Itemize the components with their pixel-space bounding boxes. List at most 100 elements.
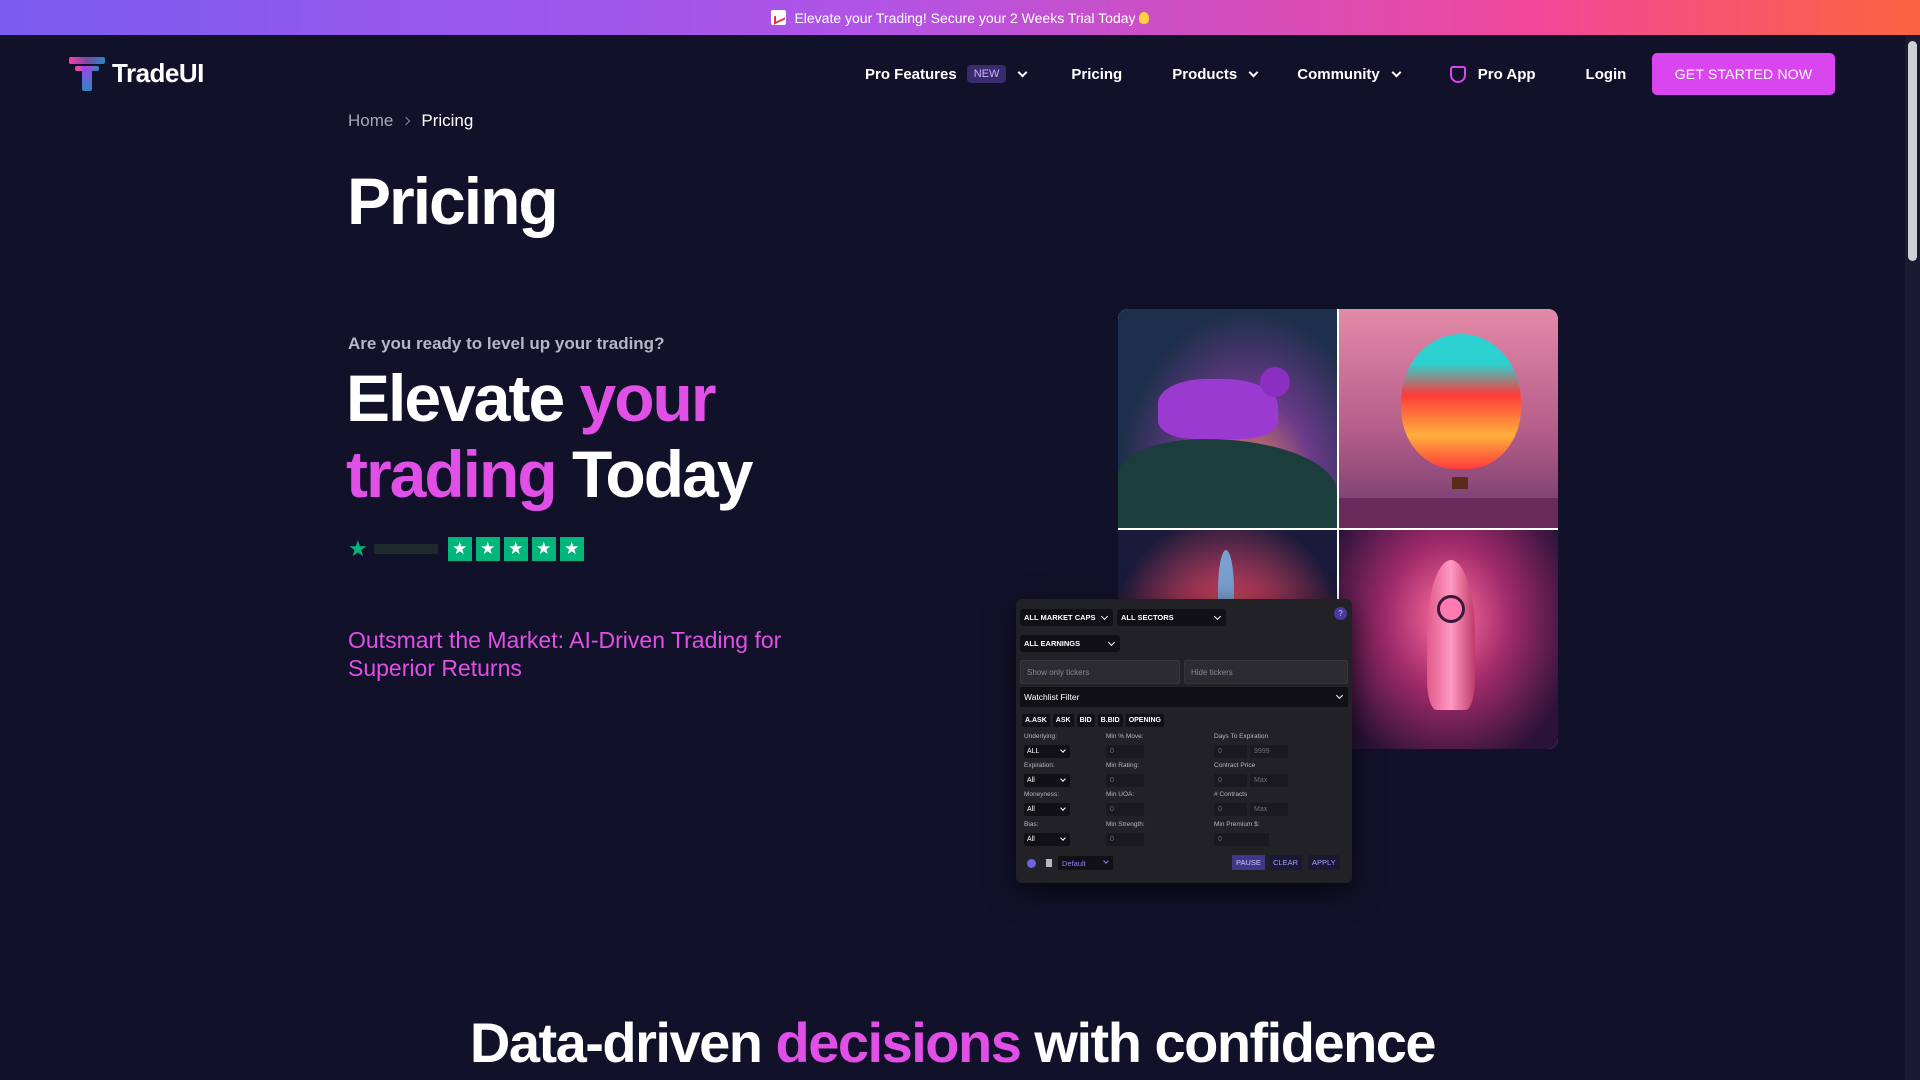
- nav-pro-features-label: Pro Features: [865, 65, 957, 83]
- preset-select[interactable]: Default: [1058, 856, 1113, 870]
- chevron-down-icon: [1248, 67, 1259, 77]
- shield-icon: [1449, 65, 1466, 83]
- contract-max-input[interactable]: Max: [1250, 774, 1288, 787]
- price-chips: A.ASK ASK BID B.BID OPENING: [1022, 714, 1167, 727]
- contract-min-input[interactable]: 0: [1214, 774, 1247, 787]
- nav-pro-app-label: Pro App: [1477, 65, 1536, 83]
- hide-tickers-input[interactable]: Hide tickers: [1184, 660, 1348, 684]
- options-filter-panel: ALL MARKET CAPS ALL SECTORS ? ALL EARNIN…: [1016, 599, 1352, 883]
- chart-increasing-icon: [771, 10, 787, 25]
- expiration-label: Expiration:: [1024, 762, 1055, 769]
- underlying-select[interactable]: ALL: [1024, 745, 1070, 758]
- hero-line1-accent: your: [579, 361, 717, 435]
- nav-pro-features[interactable]: Pro Features NEW: [865, 65, 1028, 83]
- light-bulb-icon: [1138, 11, 1149, 24]
- section-heading-plain1: Data-driven: [469, 1011, 776, 1074]
- section-heading: Data-driven decisions with confidence: [0, 1010, 1905, 1075]
- trustpilot-rating[interactable]: ★ ★ ★ ★ ★ ★: [348, 536, 588, 562]
- chevron-down-icon: [1017, 67, 1028, 77]
- bias-select[interactable]: All: [1024, 833, 1070, 846]
- pause-button[interactable]: PAUSE: [1232, 855, 1265, 870]
- min-move-label: Min % Move:: [1106, 733, 1144, 740]
- days-to-expiration-label: Days To Expiration: [1214, 733, 1269, 740]
- promo-banner[interactable]: Elevate your Trading! Secure your 2 Week…: [0, 0, 1920, 35]
- hero-tagline: Outsmart the Market: AI-Driven Trading f…: [348, 627, 782, 681]
- watchlist-filter-select[interactable]: Watchlist Filter: [1020, 687, 1348, 707]
- panel-footer: Default PAUSE CLEAR APPLY: [1020, 855, 1348, 871]
- nav-community-label: Community: [1297, 65, 1380, 83]
- brand-name: TradeUI: [112, 57, 204, 88]
- show-tickers-input[interactable]: Show only tickers: [1020, 660, 1180, 684]
- moneyness-label: Moneyness:: [1024, 791, 1060, 798]
- moneyness-select[interactable]: All: [1024, 803, 1070, 816]
- contracts-min-input[interactable]: 0: [1214, 803, 1247, 816]
- apply-button[interactable]: APPLY: [1308, 855, 1340, 870]
- nav-pro-app[interactable]: Pro App: [1449, 65, 1536, 83]
- site-header: TradeUI Pro Features NEW Pricing Product…: [0, 35, 1905, 113]
- breadcrumb-home[interactable]: Home: [348, 111, 393, 131]
- clear-button[interactable]: CLEAR: [1269, 855, 1303, 870]
- min-move-input[interactable]: 0: [1106, 745, 1144, 758]
- new-badge: NEW: [966, 65, 1007, 83]
- page-title: Pricing: [347, 164, 559, 238]
- nav-pricing[interactable]: Pricing: [1071, 66, 1122, 83]
- bias-label: Bias:: [1024, 821, 1039, 828]
- hero-heading: Elevate your trading Today: [346, 360, 906, 512]
- days-max-input[interactable]: 9999: [1250, 745, 1288, 758]
- hero-eyebrow: Are you ready to level up your trading?: [348, 334, 665, 353]
- hero-line2-accent: trading: [346, 437, 558, 511]
- help-icon[interactable]: ?: [1334, 607, 1347, 620]
- sectors-select[interactable]: ALL SECTORS: [1117, 609, 1226, 626]
- min-strength-label: Min Strength:: [1106, 821, 1145, 828]
- nav-community[interactable]: Community: [1297, 65, 1402, 83]
- get-started-button[interactable]: GET STARTED NOW: [1652, 53, 1835, 95]
- trustpilot-star-icon: ★: [348, 536, 368, 561]
- nav-products[interactable]: Products: [1172, 65, 1259, 83]
- market-caps-select[interactable]: ALL MARKET CAPS: [1020, 609, 1113, 626]
- scrollbar-thumb[interactable]: [1908, 41, 1917, 261]
- chip-a-ask[interactable]: A.ASK: [1022, 714, 1050, 727]
- trustpilot-logo: [373, 544, 438, 554]
- breadcrumb-current: Pricing: [421, 111, 474, 130]
- min-premium-label: Min Premium $:: [1214, 821, 1260, 828]
- rating-star-icon: ★: [503, 537, 528, 561]
- contracts-label: # Contracts: [1214, 791, 1248, 798]
- gear-icon[interactable]: [1027, 858, 1036, 868]
- rating-star-icon: ★: [531, 537, 556, 561]
- min-rating-input[interactable]: 0: [1106, 774, 1144, 787]
- hero-line2-plain: Today: [555, 437, 753, 511]
- expiration-select[interactable]: All: [1024, 774, 1070, 787]
- underlying-label: Underlying:: [1024, 733, 1057, 740]
- brand-logo[interactable]: TradeUI: [69, 55, 204, 91]
- section-heading-plain2: with confidence: [1020, 1011, 1436, 1074]
- nav-pricing-label: Pricing: [1071, 65, 1123, 83]
- min-strength-input[interactable]: 0: [1106, 833, 1144, 846]
- nav-login[interactable]: Login: [1586, 66, 1627, 83]
- chip-bid[interactable]: BID: [1076, 714, 1095, 727]
- chip-b-bid[interactable]: B.BID: [1097, 714, 1123, 727]
- rating-star-icon: ★: [559, 537, 584, 561]
- chip-opening[interactable]: OPENING: [1125, 714, 1164, 727]
- contracts-max-input[interactable]: Max: [1250, 803, 1288, 816]
- nav-products-label: Products: [1172, 65, 1238, 83]
- breadcrumb: Home Pricing: [348, 111, 473, 131]
- logo-mark-icon: [69, 55, 105, 91]
- min-premium-input[interactable]: 0: [1214, 833, 1269, 846]
- min-uoa-label: Min UOA:: [1106, 791, 1135, 798]
- page-scrollbar[interactable]: [1905, 35, 1920, 1080]
- trash-icon[interactable]: [1046, 859, 1052, 867]
- contract-price-label: Contract Price: [1214, 762, 1256, 769]
- chevron-down-icon: [1391, 67, 1402, 77]
- hero-line1-plain: Elevate: [346, 361, 580, 435]
- rating-star-icon: ★: [447, 537, 472, 561]
- days-min-input[interactable]: 0: [1214, 745, 1247, 758]
- nav-login-label: Login: [1585, 65, 1627, 83]
- min-rating-label: Min Rating:: [1106, 762, 1139, 769]
- section-heading-accent: decisions: [775, 1011, 1022, 1074]
- chevron-right-icon: [402, 116, 411, 126]
- promo-text: Elevate your Trading! Secure your 2 Week…: [794, 9, 1136, 26]
- earnings-select[interactable]: ALL EARNINGS: [1020, 635, 1120, 652]
- rocket-image: [1339, 530, 1558, 749]
- min-uoa-input[interactable]: 0: [1106, 803, 1144, 816]
- chip-ask[interactable]: ASK: [1052, 714, 1074, 727]
